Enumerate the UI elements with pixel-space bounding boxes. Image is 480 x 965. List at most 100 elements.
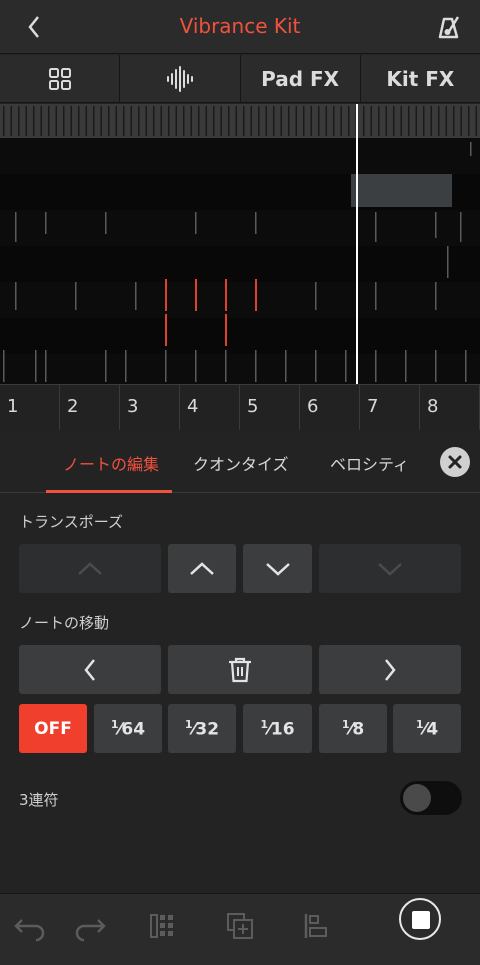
quantize-label: 1⁄32 bbox=[184, 717, 220, 740]
tab-note-edit[interactable]: ノートの編集 bbox=[63, 451, 159, 475]
quantize-label: 1⁄16 bbox=[260, 717, 295, 740]
ruler-tick bbox=[250, 106, 252, 136]
ruler-tick bbox=[430, 106, 432, 136]
bar-ruler: 1 2 3 4 5 6 7 8 bbox=[0, 384, 480, 430]
note-event bbox=[465, 350, 467, 382]
waveform-icon bbox=[166, 65, 193, 92]
transpose-octave-up-button[interactable] bbox=[19, 544, 161, 593]
quantize-label: 1⁄8 bbox=[341, 717, 365, 740]
duplicate-icon bbox=[227, 913, 253, 939]
ruler-tick bbox=[10, 106, 12, 136]
chevron-down-icon bbox=[265, 562, 290, 576]
note-event bbox=[125, 350, 127, 382]
ruler-tick bbox=[460, 106, 462, 136]
note-sequencer-grid[interactable] bbox=[0, 104, 480, 384]
pattern-grid-button[interactable] bbox=[144, 906, 184, 946]
ruler-tick bbox=[25, 106, 27, 136]
chevron-right-icon bbox=[385, 658, 396, 681]
bar-number[interactable]: 2 bbox=[60, 385, 120, 430]
bar-number[interactable]: 7 bbox=[360, 385, 420, 430]
tab-quantize[interactable]: クオンタイズ bbox=[193, 451, 289, 475]
note-event bbox=[470, 142, 472, 156]
quantize-1-32-button[interactable]: 1⁄32 bbox=[168, 704, 236, 753]
quantize-1-8-button[interactable]: 1⁄8 bbox=[319, 704, 387, 753]
ruler-tick bbox=[273, 106, 275, 136]
align-button[interactable] bbox=[296, 906, 336, 946]
bar-number[interactable]: 5 bbox=[240, 385, 300, 430]
note-event bbox=[35, 350, 37, 382]
undo-icon bbox=[14, 919, 45, 942]
note-event bbox=[225, 350, 227, 382]
note-event bbox=[405, 350, 407, 382]
grid-row bbox=[0, 318, 480, 354]
bar-number[interactable]: 4 bbox=[180, 385, 240, 430]
ruler-tick bbox=[280, 106, 282, 136]
pattern-grid-icon bbox=[150, 914, 173, 938]
metronome-button[interactable] bbox=[430, 9, 466, 45]
delete-note-button[interactable] bbox=[168, 645, 312, 694]
chevron-left-icon bbox=[84, 658, 95, 681]
tab-pads[interactable] bbox=[0, 55, 121, 102]
ruler-tick bbox=[70, 106, 72, 136]
quantize-off-button[interactable]: OFF bbox=[19, 704, 87, 753]
ruler-tick bbox=[445, 106, 447, 136]
ruler-tick bbox=[378, 106, 380, 136]
bar-number[interactable]: 8 bbox=[420, 385, 480, 430]
triplet-label: 3連符 bbox=[19, 791, 59, 809]
tab-velocity[interactable]: ベロシティ bbox=[330, 451, 409, 475]
note-event bbox=[135, 282, 137, 310]
quantize-1-16-button[interactable]: 1⁄16 bbox=[243, 704, 312, 753]
selected-note bbox=[195, 279, 197, 311]
ruler-tick bbox=[393, 106, 395, 136]
ruler-tick bbox=[40, 106, 42, 136]
bar-number[interactable]: 3 bbox=[120, 385, 180, 430]
ruler-tick bbox=[190, 106, 192, 136]
note-event bbox=[75, 282, 77, 310]
grid-row bbox=[0, 246, 480, 282]
ruler-tick bbox=[63, 106, 65, 136]
note-event bbox=[3, 350, 5, 382]
move-right-button[interactable] bbox=[319, 645, 461, 694]
redo-button[interactable] bbox=[70, 906, 110, 946]
ruler-tick bbox=[370, 106, 372, 136]
tab-sample[interactable] bbox=[120, 55, 241, 102]
edit-subtabs: ノートの編集 クオンタイズ ベロシティ bbox=[0, 431, 480, 493]
selected-note bbox=[165, 279, 167, 311]
quantize-label: 1⁄64 bbox=[110, 717, 146, 740]
transpose-down-button[interactable] bbox=[243, 544, 312, 593]
ruler-tick bbox=[340, 106, 342, 136]
quantize-1-64-button[interactable]: 1⁄64 bbox=[94, 704, 162, 753]
top-tabs: Pad FX Kit FX bbox=[0, 55, 480, 103]
tab-pad-fx[interactable]: Pad FX bbox=[241, 55, 361, 102]
move-left-button[interactable] bbox=[19, 645, 161, 694]
note-event bbox=[315, 282, 317, 310]
chevron-up-icon bbox=[190, 561, 214, 575]
ruler-tick bbox=[318, 106, 320, 136]
ruler-tick bbox=[468, 106, 470, 136]
tab-kit-fx[interactable]: Kit FX bbox=[361, 55, 480, 102]
ruler-tick bbox=[400, 106, 402, 136]
quantize-1-4-button[interactable]: 1⁄4 bbox=[393, 704, 461, 753]
ruler-tick bbox=[153, 106, 155, 136]
bar-number[interactable]: 1 bbox=[0, 385, 60, 430]
ruler-tick bbox=[130, 106, 132, 136]
transpose-up-button[interactable] bbox=[168, 544, 236, 593]
triplet-toggle[interactable] bbox=[400, 781, 462, 815]
ruler-tick bbox=[423, 106, 425, 136]
stop-button[interactable] bbox=[399, 898, 441, 940]
duplicate-button[interactable] bbox=[220, 906, 260, 946]
close-icon bbox=[448, 455, 462, 469]
transpose-octave-down-button[interactable] bbox=[319, 544, 461, 593]
sequencer-canvas[interactable] bbox=[0, 104, 480, 384]
note-event bbox=[45, 212, 47, 234]
chevron-up-icon bbox=[78, 561, 102, 575]
bar-number[interactable]: 6 bbox=[300, 385, 360, 430]
ruler-tick bbox=[265, 106, 267, 136]
ruler-tick bbox=[475, 106, 477, 136]
note-event bbox=[435, 282, 437, 310]
undo-button[interactable] bbox=[10, 906, 50, 946]
close-button[interactable] bbox=[440, 447, 470, 477]
ruler-tick bbox=[303, 106, 305, 136]
chevron-down-icon bbox=[378, 562, 402, 576]
ruler-tick bbox=[228, 106, 230, 136]
